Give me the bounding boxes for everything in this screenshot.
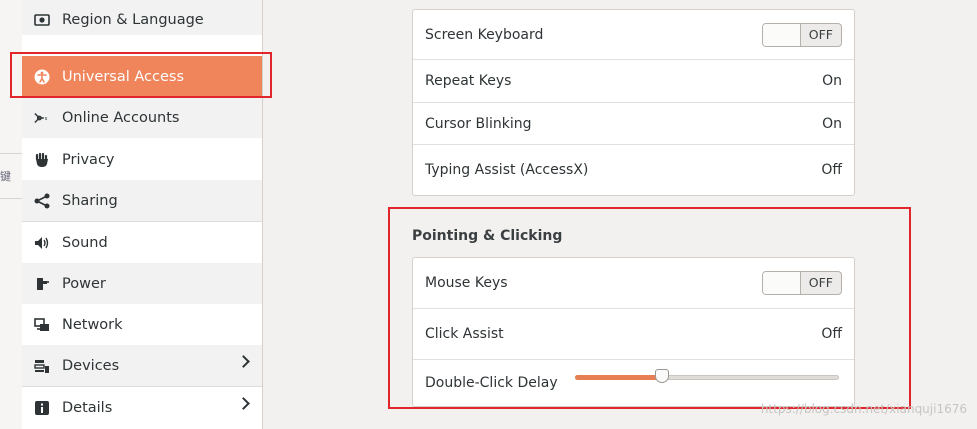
row-label: Cursor Blinking (425, 115, 532, 132)
double-click-delay-row: Double-Click Delay (413, 360, 854, 406)
section-title: Pointing & Clicking (412, 228, 563, 244)
watermark: https://blog.csdn.net/xianquji1676 (760, 402, 967, 416)
slider-fill (575, 375, 662, 380)
mouse-keys-row[interactable]: Mouse Keys OFF (413, 258, 854, 309)
row-value: On (822, 73, 842, 89)
sidebar-item-universal-access[interactable]: Universal Access (22, 56, 262, 97)
sidebar-item-label: Details (62, 399, 113, 416)
row-label: Screen Keyboard (425, 26, 544, 43)
network-icon (34, 317, 50, 333)
sidebar-item-details[interactable]: Details (22, 387, 262, 428)
sidebar-item-sound[interactable]: Sound (22, 222, 262, 263)
universal-access-panel: Screen Keyboard OFF Repeat Keys On Curso… (263, 0, 977, 429)
background-window-edge: 键 (0, 0, 22, 429)
chevron-right-icon (237, 397, 250, 410)
sidebar-item-sharing[interactable]: Sharing (22, 180, 262, 221)
typing-settings-list: Screen Keyboard OFF Repeat Keys On Curso… (412, 9, 855, 196)
sidebar-item-label: Online Accounts (62, 109, 180, 126)
devices-icon (34, 358, 50, 374)
repeat-keys-row[interactable]: Repeat Keys On (413, 60, 854, 103)
double-click-delay-slider[interactable] (575, 369, 839, 383)
chevron-right-icon (237, 355, 250, 368)
sidebar-item-region-language[interactable]: Region & Language (22, 0, 262, 35)
sidebar-item-label: Devices (62, 357, 120, 374)
row-value: On (822, 115, 842, 132)
sidebar-item-power[interactable]: Power (22, 263, 262, 304)
sidebar-item-label: Privacy (62, 151, 115, 168)
power-plug-icon (34, 276, 50, 292)
sidebar-item-online-accounts[interactable]: s Online Accounts (22, 97, 262, 138)
edge-divider (0, 153, 22, 154)
row-label: Click Assist (425, 326, 504, 342)
sidebar-item-label: Power (62, 275, 106, 292)
sidebar-item-label: Sharing (62, 192, 118, 209)
svg-text:s: s (45, 115, 48, 121)
privacy-hand-icon (34, 152, 50, 168)
switch-knob (763, 272, 801, 294)
mouse-keys-switch[interactable]: OFF (762, 271, 842, 295)
speaker-icon (34, 235, 50, 251)
cursor-blinking-row[interactable]: Cursor Blinking On (413, 103, 854, 145)
sidebar-item-label: Network (62, 316, 123, 333)
row-value: Off (821, 326, 842, 342)
screen-keyboard-switch[interactable]: OFF (762, 22, 842, 47)
row-label: Mouse Keys (425, 275, 508, 291)
info-icon (34, 400, 50, 416)
sidebar-item-devices[interactable]: Devices (22, 345, 262, 386)
sidebar-item-label: Sound (62, 234, 108, 251)
switch-knob (763, 23, 801, 46)
sidebar-item-network[interactable]: Network (22, 304, 262, 345)
click-assist-row[interactable]: Click Assist Off (413, 309, 854, 360)
screen-keyboard-row[interactable]: Screen Keyboard OFF (413, 10, 854, 60)
typing-assist-row[interactable]: Typing Assist (AccessX) Off (413, 145, 854, 195)
edge-glyph: 键 (0, 170, 11, 183)
switch-state: OFF (808, 275, 833, 290)
sidebar-item-privacy[interactable]: Privacy (22, 139, 262, 180)
row-label: Typing Assist (AccessX) (425, 162, 589, 178)
settings-sidebar: Region & Language Universal Access s Onl… (22, 0, 262, 429)
region-language-icon (34, 12, 50, 28)
universal-access-icon (34, 69, 50, 85)
edge-divider (0, 198, 22, 199)
slider-handle[interactable] (655, 369, 669, 383)
row-value: Off (821, 162, 842, 178)
online-accounts-icon: s (34, 110, 50, 126)
row-label: Repeat Keys (425, 73, 512, 89)
sidebar-item-label: Universal Access (62, 68, 185, 85)
sidebar-item-label: Region & Language (62, 12, 204, 28)
sharing-icon (34, 193, 50, 209)
switch-state: OFF (808, 26, 833, 42)
pointing-settings-list: Mouse Keys OFF Click Assist Off Double-C… (412, 257, 855, 407)
